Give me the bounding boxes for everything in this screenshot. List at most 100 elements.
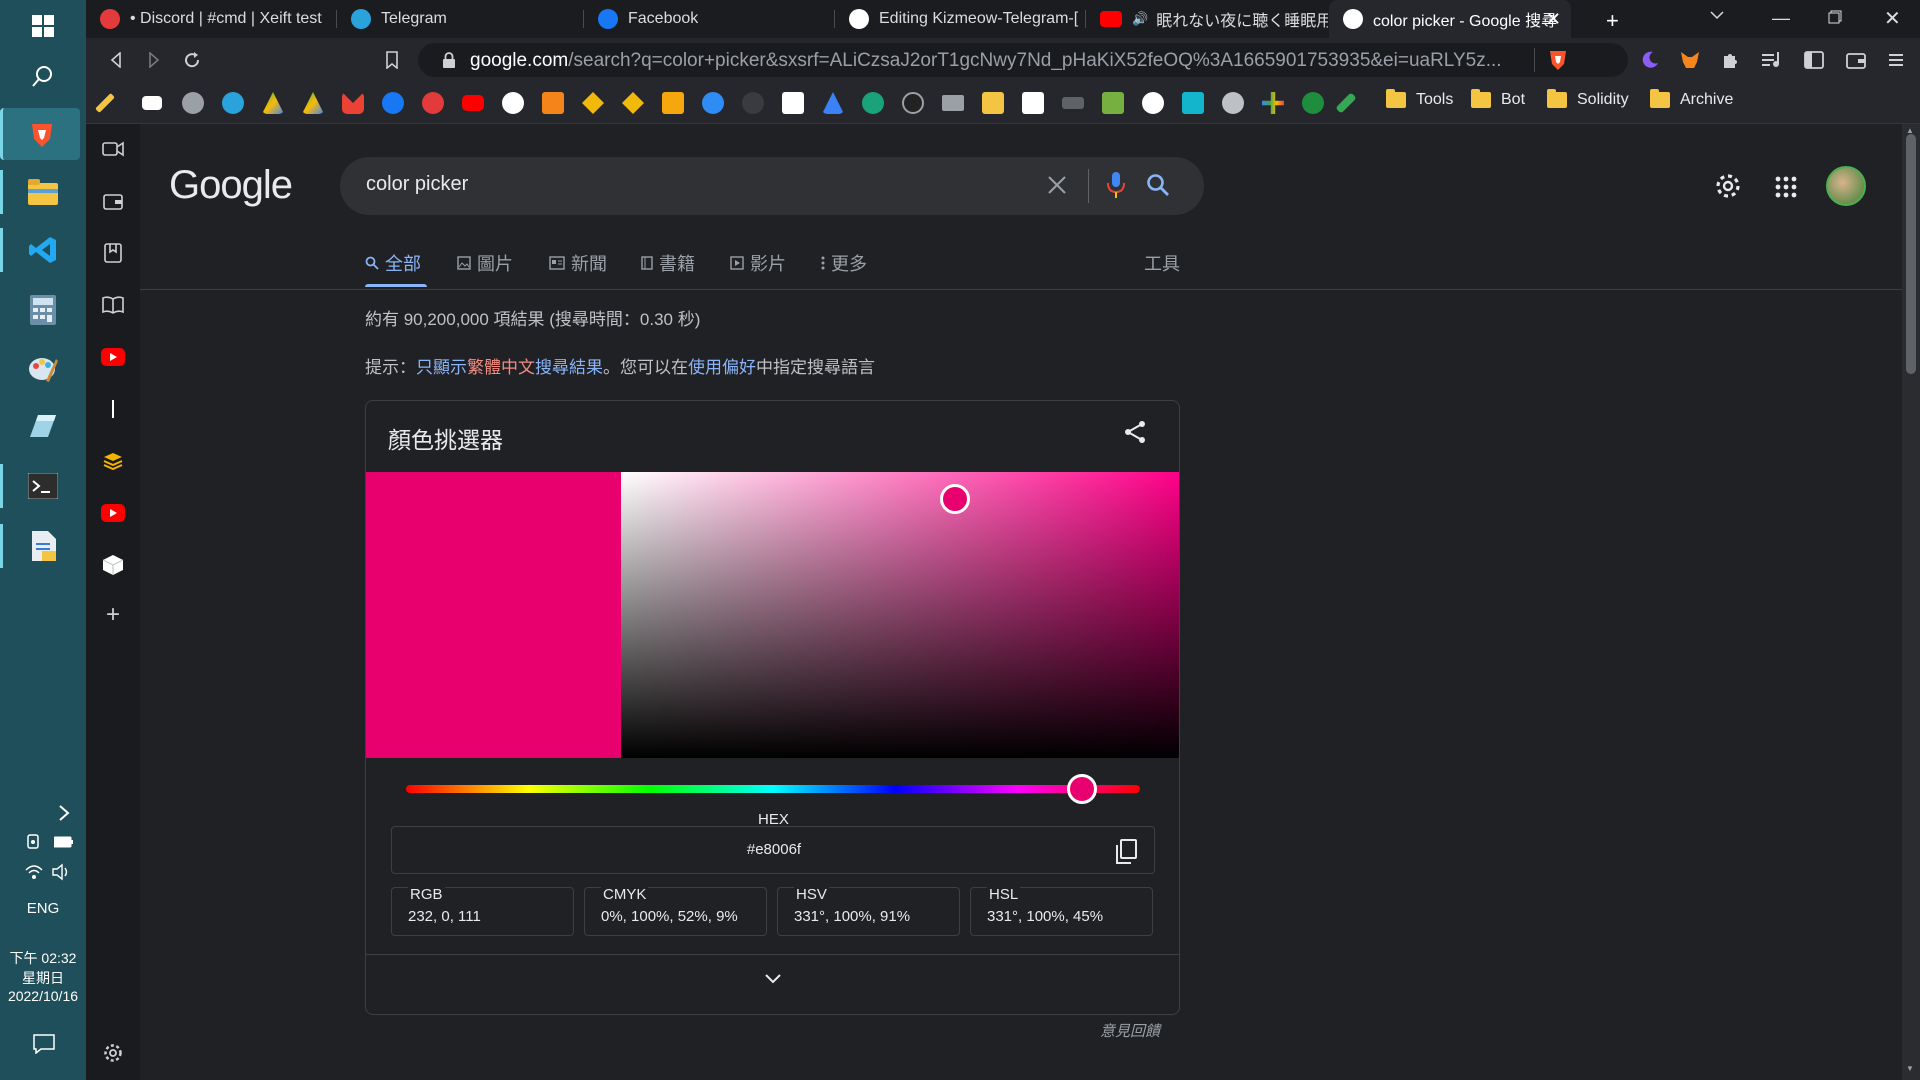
address-bar[interactable]: google.com/search?q=color+picker&sxsrf=A… <box>418 43 1628 77</box>
bookmark-icon[interactable] <box>378 46 406 74</box>
search-submit-icon[interactable] <box>1146 173 1170 197</box>
file-explorer-icon[interactable] <box>23 172 63 212</box>
rgb-value[interactable]: 232, 0, 111 <box>408 908 481 925</box>
bookmark-pen-icon[interactable] <box>1335 92 1357 114</box>
bookmark-circle-icon[interactable] <box>1142 92 1164 114</box>
cmyk-field[interactable]: CMYK 0%, 100%, 52%, 9% <box>584 886 767 936</box>
metamask-icon[interactable] <box>1676 46 1704 74</box>
extensions-icon[interactable] <box>1716 46 1744 74</box>
search-icon[interactable] <box>23 56 63 96</box>
voice-search-icon[interactable] <box>1106 171 1126 199</box>
vscode-icon[interactable] <box>23 230 63 270</box>
clock-weekday[interactable]: 星期日 <box>0 968 86 988</box>
wifi-icon[interactable] <box>25 864 43 880</box>
stack-sidebar-icon[interactable] <box>98 446 128 476</box>
wallet-sidebar-icon[interactable] <box>98 186 128 216</box>
google-logo[interactable]: Google <box>169 163 293 208</box>
scroll-thumb[interactable] <box>1906 134 1916 374</box>
youtube-sidebar-icon[interactable] <box>98 342 128 372</box>
saturation-value-area[interactable] <box>621 472 1179 758</box>
nav-tab-all[interactable]: 全部 <box>365 250 421 276</box>
forward-icon[interactable] <box>140 46 168 74</box>
add-sidebar-item-icon[interactable]: + <box>98 600 128 630</box>
bookmark-drive-icon[interactable] <box>262 92 284 114</box>
bookmark-green-icon[interactable] <box>862 92 884 114</box>
bookmark-dark-icon[interactable] <box>902 92 924 114</box>
bookmark-binance-2-icon[interactable] <box>622 92 644 114</box>
scroll-down-icon[interactable]: ▼ <box>1906 1064 1914 1073</box>
search-box[interactable]: color picker <box>340 157 1204 215</box>
tools-button[interactable]: 工具 <box>1144 250 1180 276</box>
bookmark-medium-icon[interactable] <box>142 96 162 110</box>
night-mode-icon[interactable] <box>1636 46 1664 74</box>
volume-icon[interactable] <box>52 863 74 881</box>
apps-grid-icon[interactable] <box>1775 176 1797 198</box>
video-call-icon[interactable] <box>98 134 128 164</box>
calculator-icon[interactable] <box>23 290 63 330</box>
bookmark-codepen-icon[interactable] <box>1022 92 1044 114</box>
tab-youtube[interactable]: 🔊 眠れない夜に聴く睡眠用BGM <box>1086 0 1328 38</box>
clock-date[interactable]: 2022/10/16 <box>0 988 86 1004</box>
windows-start-icon[interactable] <box>23 6 63 46</box>
hex-value[interactable]: #e8006f <box>392 841 1156 858</box>
chevron-down-icon[interactable] <box>763 973 783 985</box>
bookmark-youtube-icon[interactable] <box>462 95 484 111</box>
tab-discord[interactable]: • Discord | #cmd | Xeift test <box>86 0 336 38</box>
close-tab-icon[interactable]: ✕ <box>1546 9 1561 30</box>
bookmark-pencil-icon[interactable] <box>95 93 115 113</box>
eraser-app-icon[interactable] <box>23 406 63 446</box>
bookmarks-sidebar-icon[interactable] <box>98 238 128 268</box>
new-tab-icon[interactable]: + <box>1606 8 1619 34</box>
bookmark-plus-icon[interactable] <box>1262 92 1284 114</box>
bookmark-p-icon[interactable] <box>662 92 684 114</box>
hint-language-link[interactable]: 只顯示繁體中文搜尋結果 <box>416 358 603 377</box>
media-queue-icon[interactable] <box>1758 46 1786 74</box>
bookmark-github-icon[interactable] <box>502 92 524 114</box>
hue-slider[interactable] <box>406 785 1140 793</box>
bookmark-orange-icon[interactable] <box>542 92 564 114</box>
nav-tab-images[interactable]: 圖片 <box>457 250 513 276</box>
bookmark-moon-icon[interactable] <box>742 92 764 114</box>
bookmark-cloud-icon[interactable] <box>182 92 204 114</box>
bookmark-discord-icon[interactable] <box>422 92 444 114</box>
bookmark-drive-2-icon[interactable] <box>302 92 324 114</box>
nav-tab-more[interactable]: 更多 <box>821 250 867 276</box>
tray-device-icon[interactable] <box>26 834 42 850</box>
menu-icon[interactable] <box>1882 46 1910 74</box>
sidebar-toggle-icon[interactable] <box>1800 46 1828 74</box>
sidebar-settings-icon[interactable] <box>98 1038 128 1068</box>
bookmark-folder-bot[interactable]: Bot <box>1471 89 1525 109</box>
tab-facebook[interactable]: Facebook <box>584 0 834 38</box>
hex-field[interactable]: #e8006f <box>391 826 1155 874</box>
lock-icon[interactable] <box>442 52 456 68</box>
notification-icon[interactable] <box>33 1034 55 1054</box>
close-window-icon[interactable]: ✕ <box>1884 6 1901 31</box>
document-app-icon[interactable] <box>23 526 63 566</box>
paint-icon[interactable] <box>23 348 63 388</box>
nav-tab-books[interactable]: 書籍 <box>641 250 695 276</box>
hsl-value[interactable]: 331°, 100%, 45% <box>987 908 1103 925</box>
settings-gear-icon[interactable] <box>1714 172 1742 200</box>
nav-tab-news[interactable]: 新聞 <box>549 250 607 276</box>
brave-taskbar-icon[interactable] <box>0 108 80 160</box>
tab-telegram[interactable]: Telegram <box>337 0 583 38</box>
tab-color-picker[interactable]: color picker - Google 搜尋 ✕ <box>1329 0 1571 38</box>
language-indicator[interactable]: ENG <box>0 900 86 917</box>
bookmark-folder-solidity[interactable]: Solidity <box>1547 89 1629 109</box>
chevron-right-icon[interactable] <box>58 804 70 822</box>
cube-sidebar-icon[interactable] <box>98 550 128 580</box>
terminal-icon[interactable] <box>23 466 63 506</box>
bookmark-gray-icon[interactable] <box>1222 92 1244 114</box>
tab-github[interactable]: Editing Kizmeow-Telegram-[ <box>835 0 1085 38</box>
nav-tab-videos[interactable]: 影片 <box>730 250 786 276</box>
bookmark-gmail-icon[interactable] <box>342 92 364 114</box>
user-avatar[interactable] <box>1826 166 1866 206</box>
feedback-link[interactable]: 意見回饋 <box>1100 1020 1160 1041</box>
hsl-field[interactable]: HSL 331°, 100%, 45% <box>970 886 1153 936</box>
battery-icon[interactable] <box>54 836 74 848</box>
youtube-sidebar-2-icon[interactable] <box>98 498 128 528</box>
rgb-field[interactable]: RGB 232, 0, 111 <box>391 886 574 936</box>
clear-search-icon[interactable] <box>1046 174 1068 196</box>
bookmark-facebook-icon[interactable] <box>382 92 404 114</box>
cmyk-value[interactable]: 0%, 100%, 52%, 9% <box>601 908 738 925</box>
